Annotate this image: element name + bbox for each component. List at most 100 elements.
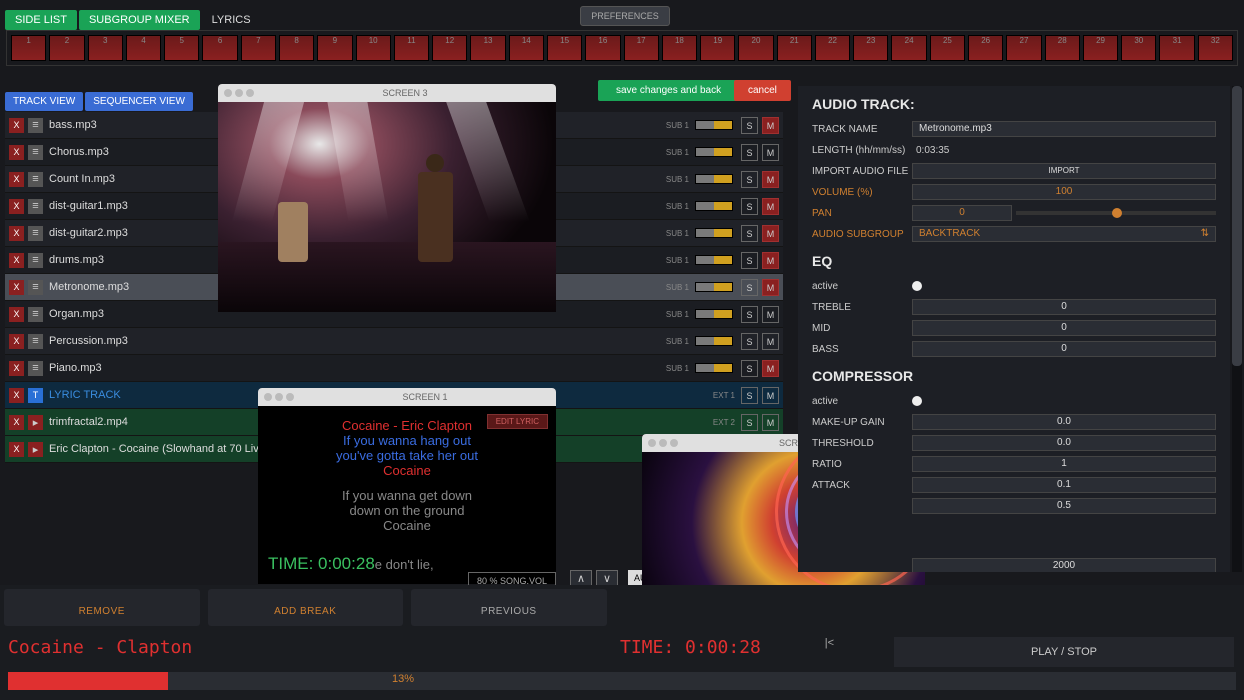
mute-button[interactable]: M bbox=[762, 279, 779, 296]
remove-button[interactable]: REMOVE bbox=[4, 589, 200, 626]
track-volume-meter[interactable] bbox=[695, 147, 733, 157]
treble-field[interactable]: 0 bbox=[912, 299, 1216, 315]
track-volume-meter[interactable] bbox=[695, 228, 733, 238]
solo-button[interactable]: S bbox=[741, 252, 758, 269]
track-volume-meter[interactable] bbox=[695, 363, 733, 373]
channel-5[interactable]: 5 bbox=[164, 35, 199, 61]
channel-11[interactable]: 11 bbox=[394, 35, 429, 61]
solo-button[interactable]: S bbox=[741, 306, 758, 323]
track-row[interactable]: X≡Piano.mp3SUB 1SM bbox=[5, 355, 783, 382]
track-volume-meter[interactable] bbox=[695, 255, 733, 265]
solo-button[interactable]: S bbox=[741, 171, 758, 188]
solo-button[interactable]: S bbox=[741, 225, 758, 242]
window-screen-3[interactable]: SCREEN 3 bbox=[218, 84, 556, 312]
channel-1[interactable]: 1 bbox=[11, 35, 46, 61]
channel-19[interactable]: 19 bbox=[700, 35, 735, 61]
channel-22[interactable]: 22 bbox=[815, 35, 850, 61]
mute-button[interactable]: M bbox=[762, 252, 779, 269]
preferences-button[interactable]: PREFERENCES bbox=[580, 6, 670, 26]
tab-subgroup-mixer[interactable]: SUBGROUP MIXER bbox=[79, 10, 200, 30]
mute-button[interactable]: M bbox=[762, 117, 779, 134]
channel-26[interactable]: 26 bbox=[968, 35, 1003, 61]
channel-4[interactable]: 4 bbox=[126, 35, 161, 61]
channel-17[interactable]: 17 bbox=[624, 35, 659, 61]
threshold-field[interactable]: 0.0 bbox=[912, 435, 1216, 451]
window-screen-1[interactable]: SCREEN 1 EDIT LYRIC Cocaine - Eric Clapt… bbox=[258, 388, 556, 584]
play-stop-button[interactable]: PLAY / STOP bbox=[894, 637, 1234, 667]
add-break-button[interactable]: ADD BREAK bbox=[208, 589, 404, 626]
delete-track-button[interactable]: X bbox=[9, 361, 24, 376]
track-volume-meter[interactable] bbox=[695, 201, 733, 211]
eq-active-toggle[interactable] bbox=[912, 281, 922, 291]
channel-20[interactable]: 20 bbox=[738, 35, 773, 61]
import-button[interactable]: IMPORT bbox=[912, 163, 1216, 179]
delete-track-button[interactable]: X bbox=[9, 172, 24, 187]
channel-10[interactable]: 10 bbox=[356, 35, 391, 61]
track-volume-meter[interactable] bbox=[695, 174, 733, 184]
track-volume-meter[interactable] bbox=[695, 309, 733, 319]
volume-field[interactable]: 100 bbox=[912, 184, 1216, 200]
channel-32[interactable]: 32 bbox=[1198, 35, 1233, 61]
save-button[interactable]: save changes and back bbox=[598, 80, 739, 101]
mute-button[interactable]: M bbox=[762, 414, 779, 431]
track-volume-meter[interactable] bbox=[695, 120, 733, 130]
delete-track-button[interactable]: X bbox=[9, 442, 24, 457]
channel-15[interactable]: 15 bbox=[547, 35, 582, 61]
delete-track-button[interactable]: X bbox=[9, 226, 24, 241]
pan-slider[interactable] bbox=[1016, 211, 1216, 215]
subgroup-select[interactable]: BACKTRACK⇅ bbox=[912, 226, 1216, 242]
tab-lyrics[interactable]: LYRICS bbox=[202, 10, 261, 30]
scrollbar[interactable] bbox=[1232, 86, 1242, 572]
channel-23[interactable]: 23 bbox=[853, 35, 888, 61]
edit-lyric-button[interactable]: EDIT LYRIC bbox=[487, 414, 548, 429]
cancel-button[interactable]: cancel bbox=[734, 80, 791, 101]
delete-track-button[interactable]: X bbox=[9, 145, 24, 160]
track-row[interactable]: X≡Percussion.mp3SUB 1SM bbox=[5, 328, 783, 355]
attack-field[interactable]: 0.1 bbox=[912, 477, 1216, 493]
solo-button[interactable]: S bbox=[741, 279, 758, 296]
channel-24[interactable]: 24 bbox=[891, 35, 926, 61]
channel-28[interactable]: 28 bbox=[1045, 35, 1080, 61]
delete-track-button[interactable]: X bbox=[9, 388, 24, 403]
channel-18[interactable]: 18 bbox=[662, 35, 697, 61]
track-name-field[interactable]: Metronome.mp3 bbox=[912, 121, 1216, 137]
previous-button[interactable]: PREVIOUS bbox=[411, 589, 607, 626]
channel-25[interactable]: 25 bbox=[930, 35, 965, 61]
track-volume-meter[interactable] bbox=[695, 282, 733, 292]
mid-field[interactable]: 0 bbox=[912, 320, 1216, 336]
channel-2[interactable]: 2 bbox=[49, 35, 84, 61]
channel-12[interactable]: 12 bbox=[432, 35, 467, 61]
solo-button[interactable]: S bbox=[741, 198, 758, 215]
channel-30[interactable]: 30 bbox=[1121, 35, 1156, 61]
solo-button[interactable]: S bbox=[741, 144, 758, 161]
mute-button[interactable]: M bbox=[762, 198, 779, 215]
solo-button[interactable]: S bbox=[741, 333, 758, 350]
release-field[interactable]: 0.5 bbox=[912, 498, 1216, 514]
mute-button[interactable]: M bbox=[762, 225, 779, 242]
channel-29[interactable]: 29 bbox=[1083, 35, 1118, 61]
mute-button[interactable]: M bbox=[762, 171, 779, 188]
bass-field[interactable]: 0 bbox=[912, 341, 1216, 357]
delete-track-button[interactable]: X bbox=[9, 280, 24, 295]
delete-track-button[interactable]: X bbox=[9, 415, 24, 430]
tab-side-list[interactable]: SIDE LIST bbox=[5, 10, 77, 30]
channel-7[interactable]: 7 bbox=[241, 35, 276, 61]
tab-track-view[interactable]: TRACK VIEW bbox=[5, 92, 83, 111]
mute-button[interactable]: M bbox=[762, 387, 779, 404]
mute-button[interactable]: M bbox=[762, 333, 779, 350]
rewind-button[interactable]: |< bbox=[825, 637, 834, 649]
solo-button[interactable]: S bbox=[741, 387, 758, 404]
delete-track-button[interactable]: X bbox=[9, 253, 24, 268]
channel-31[interactable]: 31 bbox=[1159, 35, 1194, 61]
channel-8[interactable]: 8 bbox=[279, 35, 314, 61]
delete-track-button[interactable]: X bbox=[9, 118, 24, 133]
channel-14[interactable]: 14 bbox=[509, 35, 544, 61]
solo-button[interactable]: S bbox=[741, 117, 758, 134]
ratio-field[interactable]: 1 bbox=[912, 456, 1216, 472]
tab-sequencer-view[interactable]: SEQUENCER VIEW bbox=[85, 92, 193, 111]
progress-bar[interactable]: 13% bbox=[8, 672, 1236, 690]
delete-track-button[interactable]: X bbox=[9, 307, 24, 322]
track-volume-meter[interactable] bbox=[695, 336, 733, 346]
pan-field[interactable]: 0 bbox=[912, 205, 1012, 221]
channel-9[interactable]: 9 bbox=[317, 35, 352, 61]
